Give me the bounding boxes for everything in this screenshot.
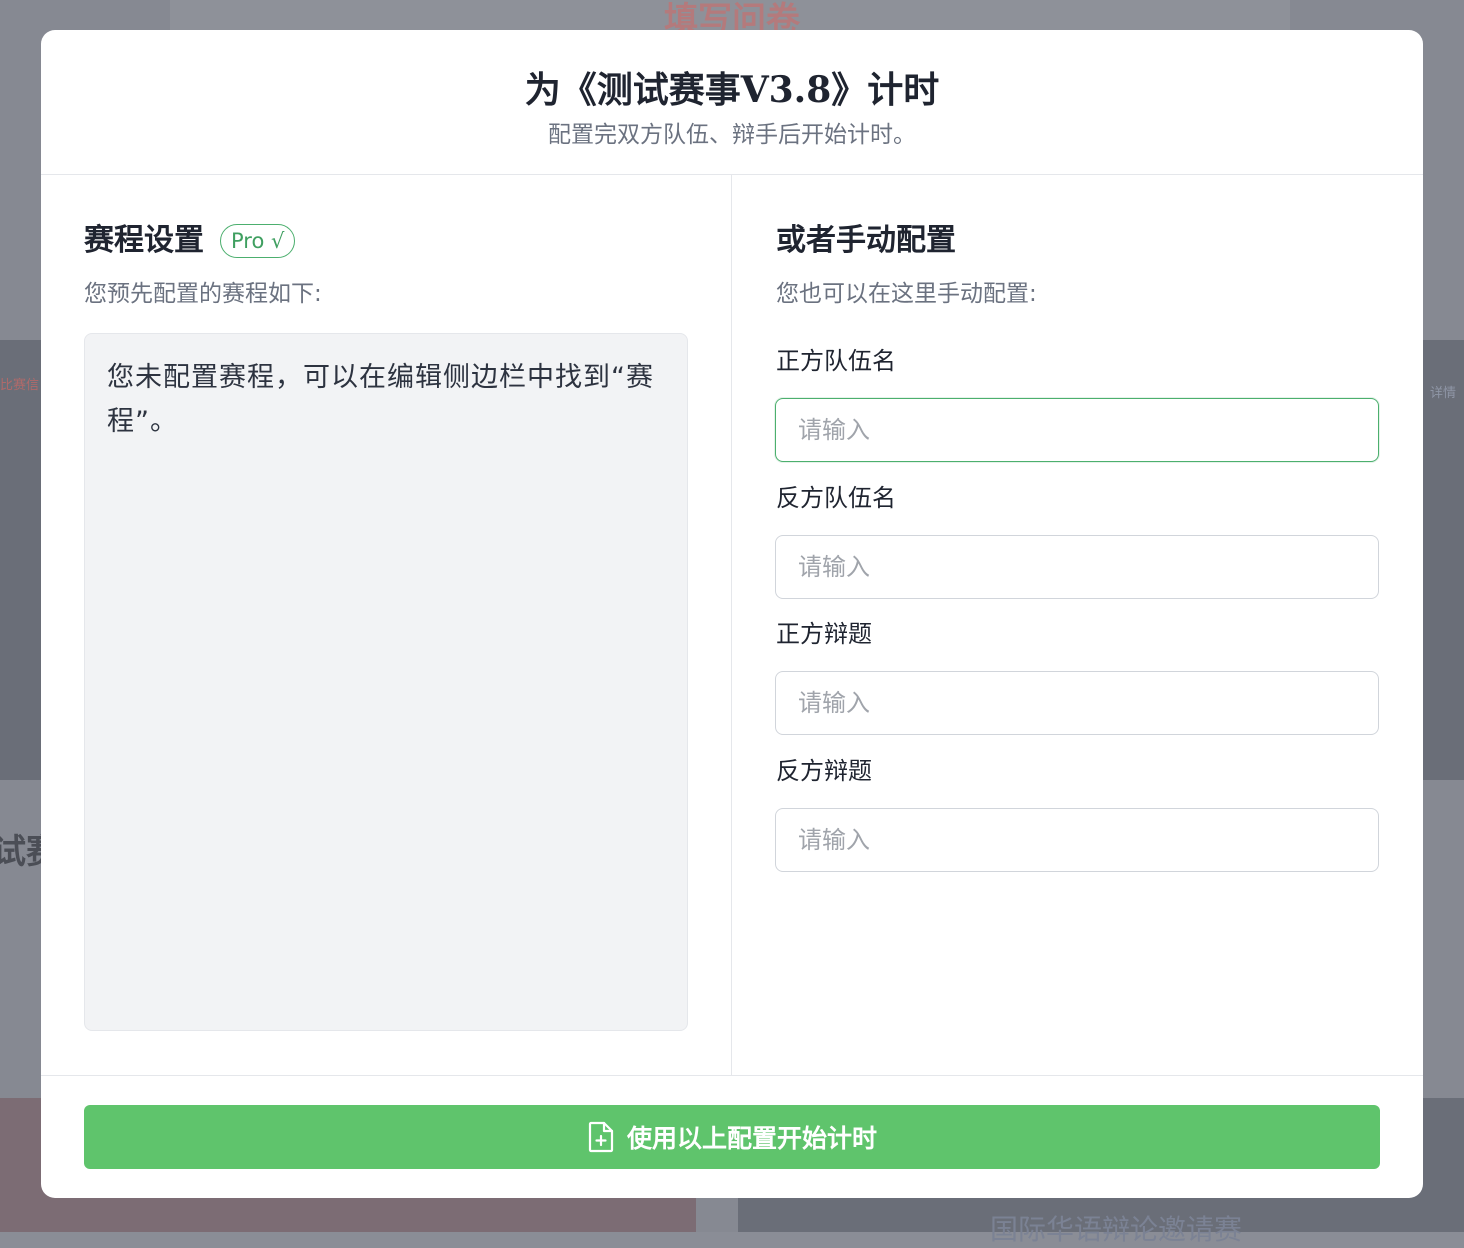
dialog-body: 赛程设置 Pro √ 您预先配置的赛程如下: 您未配置赛程，可以在编辑侧边栏中找… xyxy=(41,175,1423,1075)
background-tag: 比赛信 xyxy=(0,378,40,393)
negative-team-input[interactable] xyxy=(775,535,1379,599)
manual-header: 或者手动配置 xyxy=(776,221,956,261)
dialog-subtitle: 配置完双方队伍、辩手后开始计时。 xyxy=(548,122,916,148)
background-tag: 详情 xyxy=(1429,386,1456,401)
background-text: 国际华语辩论邀请赛 xyxy=(990,1213,1243,1246)
affirmative-motion-input[interactable] xyxy=(775,671,1379,735)
schedule-title: 赛程设置 xyxy=(84,223,204,258)
file-plus-icon xyxy=(587,1121,615,1153)
negative-motion-label: 反方辩题 xyxy=(776,757,872,785)
timer-config-dialog: 为《测试赛事V3.8》计时 配置完双方队伍、辩手后开始计时。 赛程设置 Pro … xyxy=(41,30,1423,1198)
schedule-header: 赛程设置 Pro √ xyxy=(84,221,296,261)
manual-title: 或者手动配置 xyxy=(776,223,956,258)
manual-config-panel: 或者手动配置 您也可以在这里手动配置: 正方队伍名 反方队伍名 正方辩题 反方辩… xyxy=(732,175,1423,1075)
pro-badge: Pro √ xyxy=(220,224,296,258)
start-timing-button[interactable]: 使用以上配置开始计时 xyxy=(84,1105,1380,1169)
schedule-description: 您预先配置的赛程如下: xyxy=(84,281,322,307)
dialog-footer: 使用以上配置开始计时 xyxy=(41,1075,1423,1198)
affirmative-team-input[interactable] xyxy=(775,398,1379,462)
negative-team-label: 反方队伍名 xyxy=(776,484,896,512)
manual-description: 您也可以在这里手动配置: xyxy=(776,281,1037,307)
dialog-header: 为《测试赛事V3.8》计时 配置完双方队伍、辩手后开始计时。 xyxy=(41,30,1423,175)
schedule-content-box: 您未配置赛程，可以在编辑侧边栏中找到“赛程”。 xyxy=(84,333,688,1031)
dialog-title: 为《测试赛事V3.8》计时 xyxy=(524,69,940,111)
affirmative-motion-label: 正方辩题 xyxy=(776,620,872,648)
start-timing-label: 使用以上配置开始计时 xyxy=(626,1124,877,1153)
schedule-panel: 赛程设置 Pro √ 您预先配置的赛程如下: 您未配置赛程，可以在编辑侧边栏中找… xyxy=(41,175,732,1075)
affirmative-team-label: 正方队伍名 xyxy=(776,347,896,375)
negative-motion-input[interactable] xyxy=(775,808,1379,872)
